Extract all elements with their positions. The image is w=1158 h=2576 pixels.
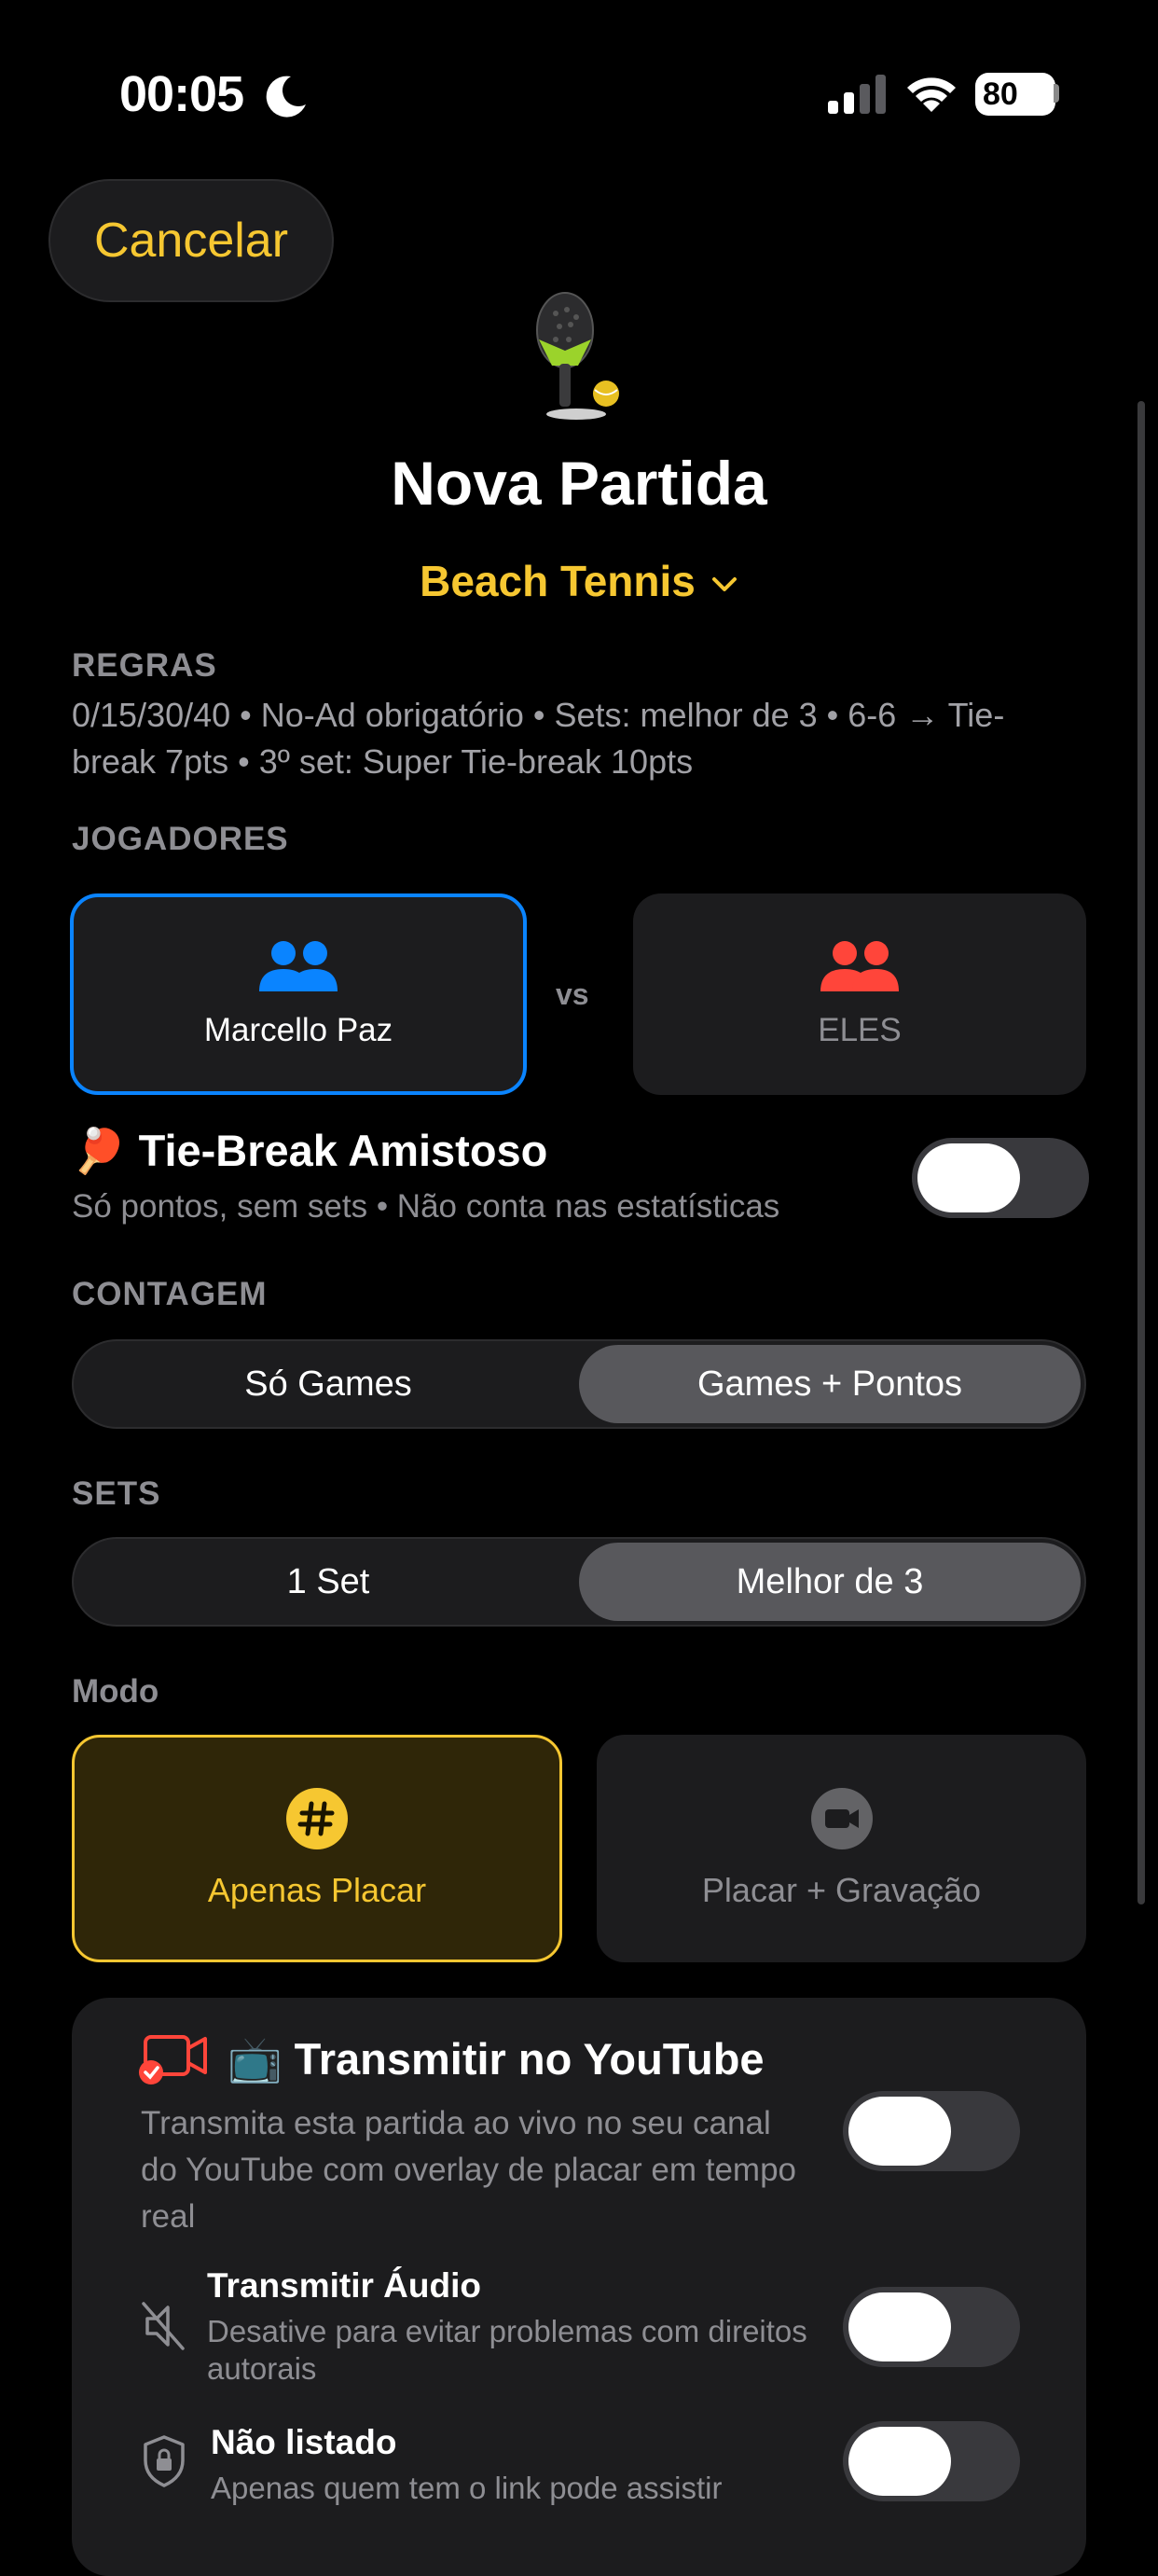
players-section-label: JOGADORES: [72, 821, 289, 857]
audio-title: Transmitir Áudio: [207, 2266, 481, 2305]
sets-option-one[interactable]: 1 Set: [77, 1543, 579, 1621]
unlisted-title: Não listado: [211, 2423, 397, 2461]
team-a-people-icon: [259, 941, 338, 991]
sets-segmented-control[interactable]: 1 Set Melhor de 3: [72, 1537, 1086, 1627]
team-b-name: ELES: [818, 1012, 902, 1048]
mode-option-score-recording-label: Placar + Gravação: [701, 1871, 982, 1909]
team-b-people-icon: [820, 941, 899, 991]
rules-text: 0/15/30/40 • No-Ad obrigatório • Sets: m…: [72, 696, 1005, 781]
counting-option-games-points[interactable]: Games + Pontos: [579, 1345, 1081, 1423]
record-camera-icon: [139, 2035, 207, 2084]
toggle-knob: [848, 2097, 951, 2166]
audio-toggle[interactable]: [843, 2287, 1020, 2367]
youtube-description: Transmita esta partida ao vivo no seu ca…: [141, 2105, 797, 2235]
scrollbar[interactable]: [1137, 401, 1145, 1904]
signal-icon: [828, 75, 886, 114]
racket-icon: [536, 292, 619, 420]
mode-section-label: Modo: [72, 1673, 159, 1710]
toggle-knob: [848, 2292, 951, 2361]
team-b-card[interactable]: ELES: [633, 893, 1086, 1095]
toggle-knob: [848, 2427, 951, 2496]
youtube-title: 📺 Transmitir no YouTube: [227, 2034, 765, 2084]
vs-label: vs: [556, 977, 589, 1011]
unlisted-description: Apenas quem tem o link pode assistir: [211, 2471, 723, 2505]
mode-option-score-recording[interactable]: Placar + Gravação: [597, 1735, 1086, 1962]
team-a-name: Marcello Paz: [203, 1012, 393, 1048]
sport-label: Beach Tennis: [420, 557, 696, 605]
page-title: Nova Partida: [391, 449, 767, 518]
battery-indicator: 80: [975, 73, 1055, 116]
tie-break-title: 🏓 Tie-Break Amistoso: [72, 1126, 548, 1175]
sport-selector[interactable]: Beach Tennis: [0, 556, 1158, 606]
video-camera-icon: [810, 1788, 873, 1849]
toggle-knob: [917, 1143, 1020, 1212]
sets-section-label: SETS: [72, 1475, 161, 1512]
counting-segmented-control[interactable]: Só Games Games + Pontos: [72, 1339, 1086, 1429]
counting-section-label: CONTAGEM: [72, 1276, 268, 1312]
tie-break-toggle[interactable]: [912, 1138, 1089, 1218]
speaker-muted-icon: [142, 2302, 185, 2350]
mode-option-score-only-label: Apenas Placar: [207, 1871, 427, 1909]
rules-section-label: REGRAS: [72, 647, 217, 684]
audio-description: Desative para evitar problemas com direi…: [207, 2314, 807, 2386]
wifi-icon: [907, 77, 956, 112]
chevron-down-icon: [711, 576, 737, 591]
lock-shield-icon: [144, 2435, 185, 2487]
tie-break-subtitle: Só pontos, sem sets • Não conta nas esta…: [72, 1188, 780, 1225]
battery-tip: [1054, 84, 1059, 103]
youtube-stream-toggle[interactable]: [843, 2091, 1020, 2171]
mode-option-score-only[interactable]: Apenas Placar: [72, 1735, 562, 1962]
moon-icon: [266, 76, 306, 118]
cancel-button[interactable]: Cancelar: [48, 179, 334, 302]
sets-option-best-of-three[interactable]: Melhor de 3: [579, 1543, 1081, 1621]
status-time: 00:05: [119, 66, 244, 122]
unlisted-toggle[interactable]: [843, 2421, 1020, 2501]
team-a-card[interactable]: Marcello Paz: [70, 893, 527, 1095]
hash-icon: [286, 1788, 348, 1849]
counting-option-games[interactable]: Só Games: [77, 1345, 579, 1423]
